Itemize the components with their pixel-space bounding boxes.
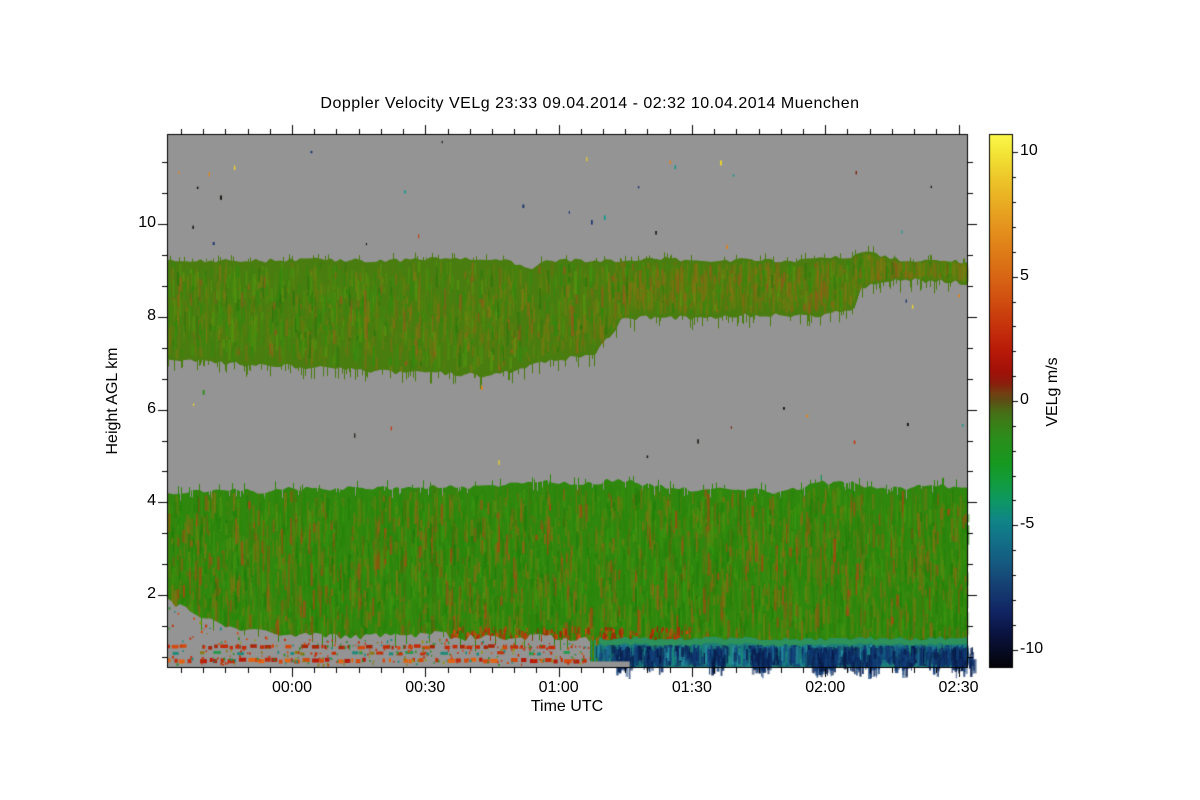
x-axis-label: Time UTC xyxy=(530,698,604,715)
y-tick-label: 2 xyxy=(147,585,156,603)
y-tick-label: 8 xyxy=(147,306,156,324)
x-tick-label: 00:30 xyxy=(405,679,446,696)
chart-title: Doppler Velocity VELg 23:33 09.04.2014 -… xyxy=(320,95,860,112)
x-tick-label: 02:00 xyxy=(805,679,846,696)
y-tick-label: 4 xyxy=(147,492,156,510)
colorbar-tick-label: -5 xyxy=(1020,515,1035,533)
x-tick-label: 01:30 xyxy=(671,679,712,696)
x-tick-label: 00:00 xyxy=(271,679,312,696)
y-tick-label: 6 xyxy=(147,399,156,417)
y-tick-label: 10 xyxy=(138,214,156,232)
x-tick-label: 01:00 xyxy=(538,679,579,696)
colorbar-tick-label: 0 xyxy=(1020,391,1029,408)
colorbar-tick-label: 10 xyxy=(1020,142,1038,160)
doppler-velocity-plot-page: Doppler Velocity VELg 23:33 09.04.2014 -… xyxy=(0,0,1200,800)
colorbar-tick-label: 5 xyxy=(1020,266,1029,284)
colorbar-label: VELg m/s xyxy=(1044,357,1061,427)
x-tick-label: 02:30 xyxy=(938,679,979,696)
colorbar-tick-label: -10 xyxy=(1020,639,1044,657)
